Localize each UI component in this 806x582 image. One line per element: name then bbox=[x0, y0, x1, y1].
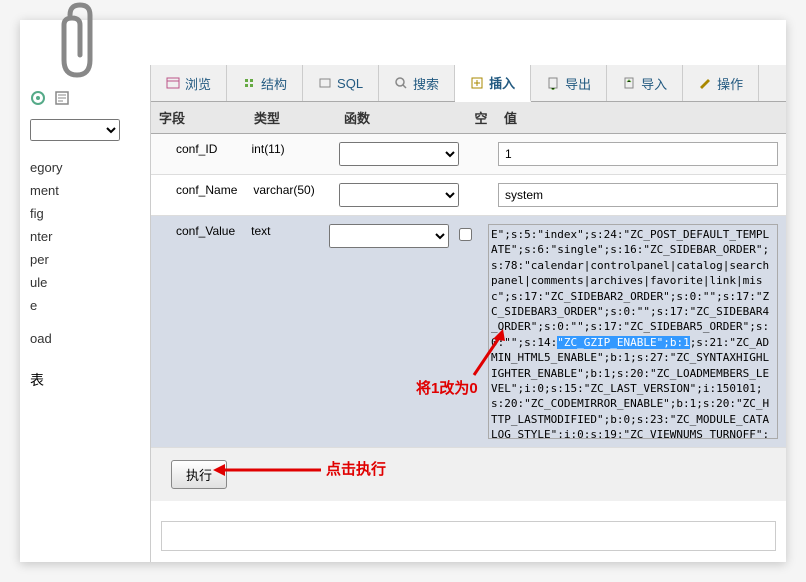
function-select[interactable] bbox=[339, 183, 459, 207]
sidebar-table-label: 表 bbox=[30, 370, 130, 390]
field-type: int(11) bbox=[244, 134, 331, 174]
tab-label: 操作 bbox=[717, 74, 743, 93]
tab-label: SQL bbox=[337, 76, 363, 91]
value-input-conf-name[interactable] bbox=[498, 183, 778, 207]
field-name: conf_ID bbox=[151, 134, 244, 174]
field-type: varchar(50) bbox=[245, 175, 330, 215]
tab-label: 导入 bbox=[641, 74, 667, 93]
execute-row: 执行 点击执行 bbox=[151, 448, 786, 501]
value-textarea-conf-value[interactable]: E";s:5:"index";s:24:"ZC_POST_DEFAULT_TEM… bbox=[488, 224, 778, 439]
tab-operations[interactable]: 操作 bbox=[683, 65, 759, 101]
function-select[interactable] bbox=[339, 142, 459, 166]
import-icon bbox=[622, 76, 636, 90]
data-row-conf-name: conf_Name varchar(50) bbox=[151, 175, 786, 216]
function-select[interactable] bbox=[329, 224, 449, 248]
tab-insert[interactable]: 插入 bbox=[455, 65, 531, 102]
sidebar-item[interactable]: nter bbox=[30, 225, 130, 248]
home-icon[interactable] bbox=[30, 90, 46, 109]
tab-label: 导出 bbox=[565, 74, 591, 93]
operations-icon bbox=[698, 76, 712, 90]
search-icon bbox=[394, 76, 408, 90]
value-input-conf-id[interactable] bbox=[498, 142, 778, 166]
insert-icon bbox=[470, 76, 484, 90]
field-name: conf_Value bbox=[151, 216, 243, 447]
tab-sql[interactable]: SQL bbox=[303, 65, 379, 101]
data-row-conf-id: conf_ID int(11) bbox=[151, 134, 786, 175]
annotation-click-execute: 点击执行 bbox=[326, 458, 386, 479]
col-header-field: 字段 bbox=[151, 102, 246, 133]
col-header-null: 空 bbox=[466, 102, 496, 133]
textarea-text: ;s:21:"ZC_ADMIN_HTML5_ENABLE";b:1;s:27:"… bbox=[491, 336, 769, 439]
tab-label: 浏览 bbox=[185, 74, 211, 93]
field-type: text bbox=[243, 216, 321, 447]
tab-import[interactable]: 导入 bbox=[607, 65, 683, 101]
col-header-type: 类型 bbox=[246, 102, 336, 133]
sidebar-item[interactable]: egory bbox=[30, 156, 130, 179]
tab-label: 结构 bbox=[261, 74, 287, 93]
textarea-text: E";s:5:"index";s:24:"ZC_POST_DEFAULT_TEM… bbox=[491, 228, 769, 349]
structure-icon bbox=[242, 76, 256, 90]
tabs: 浏览 结构 SQL 搜索 插入 导出 导入 操作 bbox=[151, 65, 786, 102]
tab-label: 搜索 bbox=[413, 74, 439, 93]
sidebar: egory ment fig nter per ule e oad 表 bbox=[20, 80, 140, 400]
sidebar-item[interactable]: ule bbox=[30, 271, 130, 294]
lower-panel bbox=[161, 521, 776, 551]
browse-icon bbox=[166, 76, 180, 90]
col-header-value: 值 bbox=[496, 102, 786, 133]
paperclip-decoration bbox=[50, 0, 110, 93]
export-icon bbox=[546, 76, 560, 90]
tab-search[interactable]: 搜索 bbox=[379, 65, 455, 101]
db-select[interactable] bbox=[30, 119, 120, 141]
tab-browse[interactable]: 浏览 bbox=[151, 65, 227, 101]
sidebar-item[interactable]: per bbox=[30, 248, 130, 271]
field-name: conf_Name bbox=[151, 175, 245, 215]
tab-label: 插入 bbox=[489, 73, 515, 92]
col-header-function: 函数 bbox=[336, 102, 466, 133]
sidebar-item[interactable]: ment bbox=[30, 179, 130, 202]
null-checkbox[interactable] bbox=[459, 228, 472, 241]
arrow-to-execute bbox=[211, 462, 321, 481]
sidebar-item[interactable]: e bbox=[30, 294, 130, 317]
tab-export[interactable]: 导出 bbox=[531, 65, 607, 101]
highlighted-text: "ZC_GZIP_ENABLE";b:1 bbox=[557, 336, 689, 349]
arrow-to-textarea bbox=[469, 325, 509, 383]
sql-icon bbox=[318, 76, 332, 90]
column-header-row: 字段 类型 函数 空 值 bbox=[151, 102, 786, 134]
sidebar-item[interactable]: oad bbox=[30, 327, 130, 350]
tab-structure[interactable]: 结构 bbox=[227, 65, 303, 101]
sidebar-item[interactable]: fig bbox=[30, 202, 130, 225]
